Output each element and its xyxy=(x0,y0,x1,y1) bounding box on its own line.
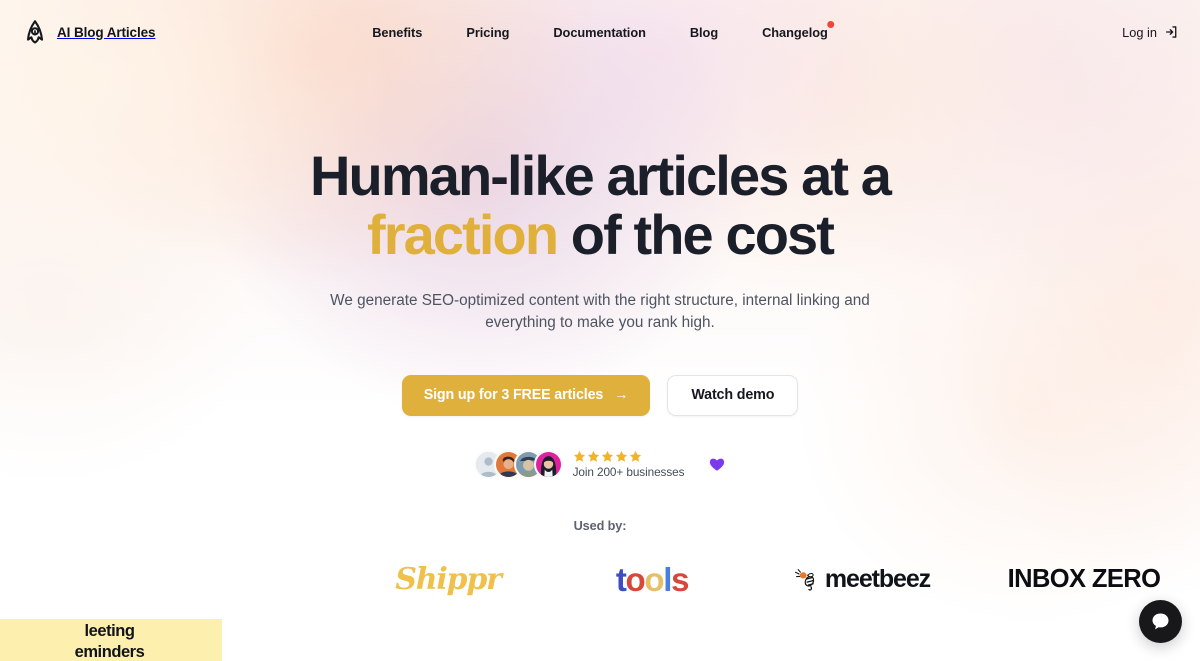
logo-shippr: Shippr xyxy=(348,562,548,597)
nav-item-blog[interactable]: Blog xyxy=(668,25,740,40)
logo-inbox-zero-text: INBOX ZERO xyxy=(1007,565,1161,593)
logo-fleeting-reminders-line-2: eminders xyxy=(74,643,145,661)
hero-cta-row: Sign up for 3 FREE articles → Watch demo xyxy=(0,374,1200,416)
partner-logos-row: Shippr tools meetbeez INBOX ZERO xyxy=(0,561,1200,599)
logo-shippr-text: Shippr xyxy=(395,562,502,597)
nav-item-changelog[interactable]: Changelog xyxy=(740,20,850,40)
star-icon xyxy=(615,450,627,462)
logo-meetbeez: meetbeez xyxy=(756,565,968,594)
logo-fleeting-reminders-line-1: leeting xyxy=(84,622,135,641)
hero-title-line-2-rest: of the cost xyxy=(557,203,835,267)
avatar xyxy=(533,449,563,479)
nav-item-documentation[interactable]: Documentation xyxy=(531,25,667,40)
logo-tools-letter-3: o xyxy=(644,560,664,598)
chat-bubble-icon xyxy=(1152,613,1169,630)
chat-widget-button[interactable] xyxy=(1139,600,1182,643)
main-navigation: Benefits Pricing Documentation Blog Chan… xyxy=(350,20,850,40)
nav-item-pricing[interactable]: Pricing xyxy=(444,25,531,40)
hero-section: Human-like articles at a fraction of the… xyxy=(0,64,1200,661)
social-proof: Join 200+ businesses xyxy=(0,449,1200,479)
hero-title-line-1: Human-like articles at a xyxy=(310,144,892,207)
star-rating xyxy=(573,450,685,463)
brand-logo-link[interactable]: AI Blog Articles xyxy=(22,19,156,45)
social-proof-text: Join 200+ businesses xyxy=(572,450,685,479)
logo-tools-letter-1: t xyxy=(615,560,627,598)
nav-item-benefits[interactable]: Benefits xyxy=(350,25,444,40)
star-icon xyxy=(601,450,613,462)
brand-name: AI Blog Articles xyxy=(57,24,156,40)
logo-tools-letter-2: o xyxy=(625,560,646,598)
hero-title-accent: fraction xyxy=(366,203,559,267)
changelog-notification-dot xyxy=(826,20,834,28)
avatar-group xyxy=(473,449,563,479)
nav-item-changelog-label: Changelog xyxy=(762,24,828,40)
login-link[interactable]: Log in xyxy=(1122,25,1178,40)
signup-button-label: Sign up for 3 FREE articles xyxy=(423,387,604,403)
logo-meetbeez-wrap: meetbeez xyxy=(794,565,931,594)
rocket-logo-icon xyxy=(26,20,44,44)
signup-button[interactable]: Sign up for 3 FREE articles → xyxy=(401,374,651,416)
used-by-label: Used by: xyxy=(573,518,627,533)
logo-fleeting-reminders: leeting eminders xyxy=(0,619,222,661)
purple-heart-icon xyxy=(710,458,725,471)
arrow-right-icon: → xyxy=(614,387,629,403)
star-icon xyxy=(587,450,599,462)
logo-meetbeez-text: meetbeez xyxy=(824,565,931,593)
logo-tools: tools xyxy=(548,561,756,599)
logo-tools-letter-4: l xyxy=(663,560,672,598)
logo-tools-letter-5: s xyxy=(671,560,689,598)
hero-subtitle: We generate SEO-optimized content with t… xyxy=(330,292,870,332)
logo-tools-text: tools xyxy=(615,560,690,599)
login-label: Log in xyxy=(1122,24,1157,40)
logo-inbox-zero: INBOX ZERO xyxy=(968,565,1200,594)
page-title: Human-like articles at a fraction of the… xyxy=(0,146,1200,264)
site-header: AI Blog Articles Benefits Pricing Docume… xyxy=(0,0,1200,64)
watch-demo-button[interactable]: Watch demo xyxy=(667,374,799,416)
social-proof-label: Join 200+ businesses xyxy=(572,464,685,479)
star-icon xyxy=(573,450,585,462)
login-arrow-icon xyxy=(1165,26,1177,38)
star-icon xyxy=(629,450,641,462)
bee-icon xyxy=(794,568,815,591)
